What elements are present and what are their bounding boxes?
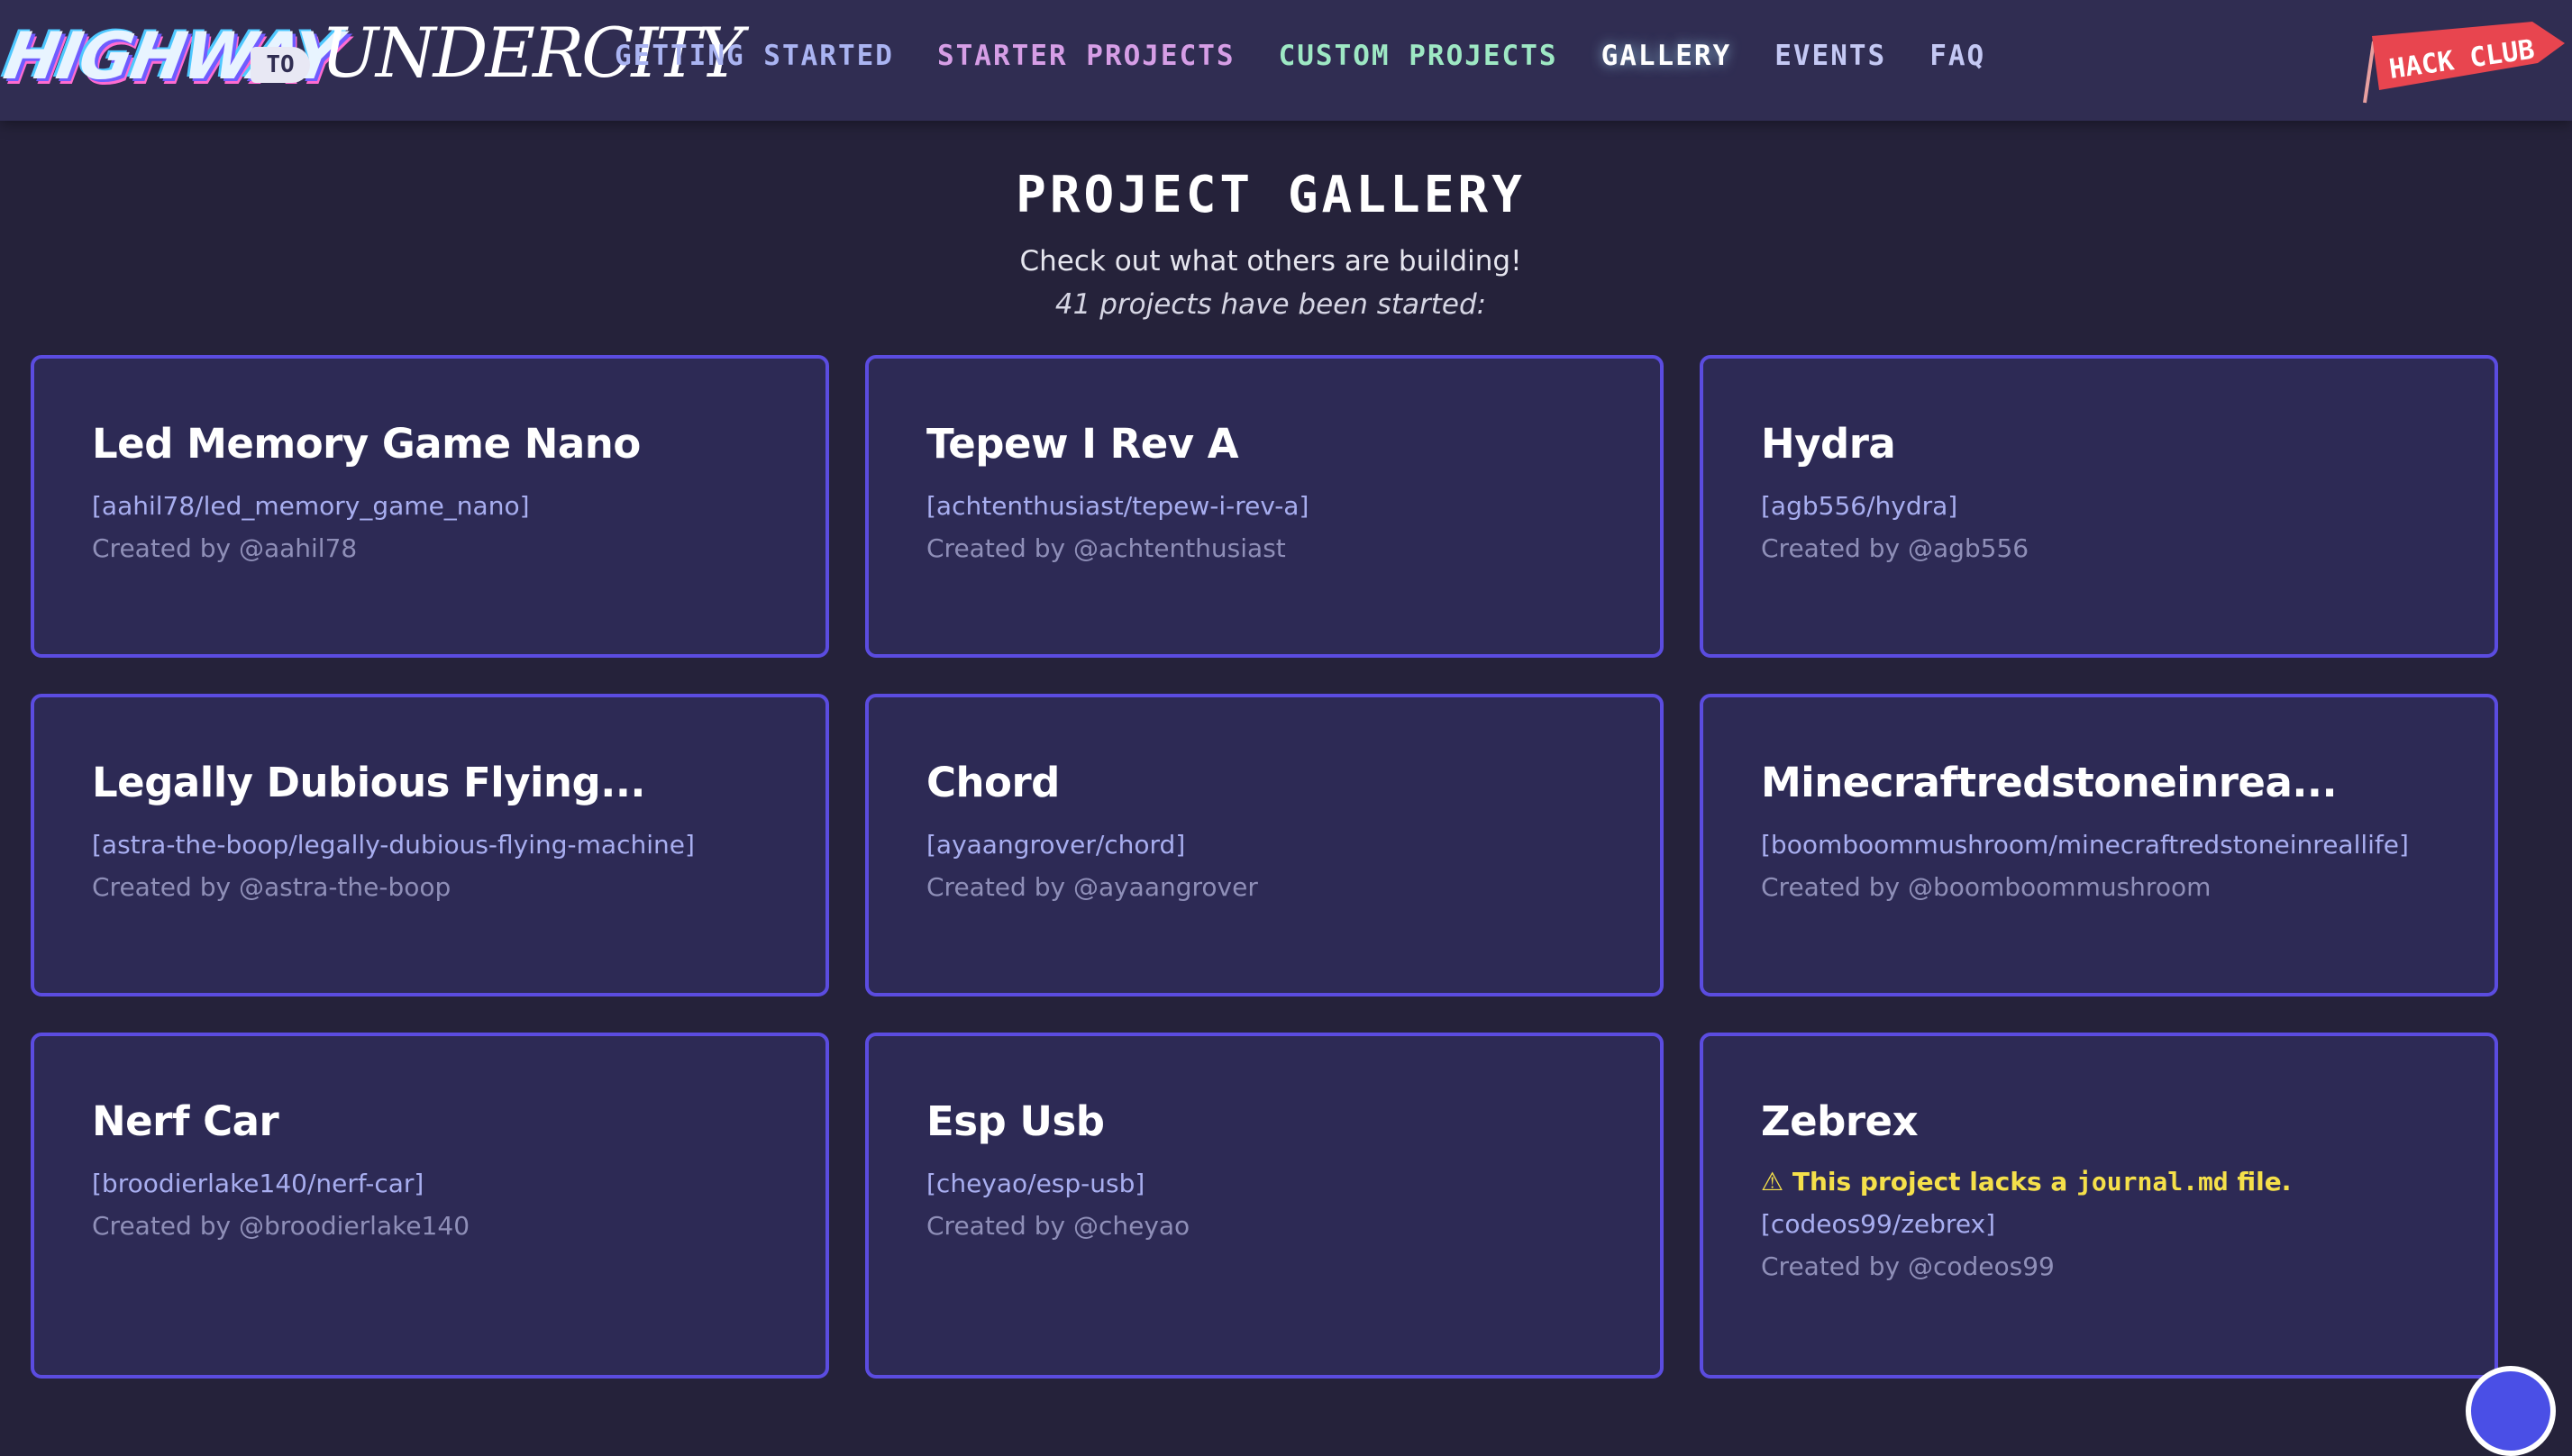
project-title: Led Memory Game Nano xyxy=(92,420,641,468)
project-creator: Created by @astra-the-boop xyxy=(92,872,451,902)
project-repo-link[interactable]: [codeos99/zebrex] xyxy=(1761,1209,2437,1239)
project-card[interactable]: Tepew I Rev A [achtenthusiast/tepew-i-re… xyxy=(865,355,1664,658)
project-creator: Created by @boomboommushroom xyxy=(1761,872,2212,902)
project-repo-link[interactable]: [astra-the-boop/legally-dubious-flying-m… xyxy=(92,830,768,860)
nav-getting-started[interactable]: GETTING STARTED xyxy=(615,40,894,72)
nav-events[interactable]: EVENTS xyxy=(1774,40,1886,72)
warning-text-suffix: file. xyxy=(2228,1167,2292,1197)
project-title: Chord xyxy=(926,759,1060,806)
project-repo-link[interactable]: [cheyao/esp-usb] xyxy=(926,1169,1602,1198)
project-creator: Created by @ayaangrover xyxy=(926,872,1258,902)
site-logo[interactable]: HIGHWAY TO UNDERCITY xyxy=(0,9,743,110)
page-title: PROJECT GALLERY xyxy=(1016,166,1526,224)
project-repo-link[interactable]: [aahil78/led_memory_game_nano] xyxy=(92,491,768,521)
project-card[interactable]: Zebrex ⚠ This project lacks a journal.md… xyxy=(1700,1033,2498,1379)
project-title: Nerf Car xyxy=(92,1097,279,1145)
project-card[interactable]: Led Memory Game Nano [aahil78/led_memory… xyxy=(31,355,829,658)
missing-journal-warning: ⚠ This project lacks a journal.md file. xyxy=(1761,1167,2437,1197)
project-repo-link[interactable]: [achtenthusiast/tepew-i-rev-a] xyxy=(926,491,1602,521)
project-creator: Created by @cheyao xyxy=(926,1211,1190,1241)
top-nav: HIGHWAY TO UNDERCITY GETTING STARTED STA… xyxy=(0,0,2572,121)
project-repo-link[interactable]: [agb556/hydra] xyxy=(1761,491,2437,521)
project-repo-link[interactable]: [broodierlake140/nerf-car] xyxy=(92,1169,768,1198)
hack-club-flag-icon[interactable]: HACK CLUB xyxy=(2352,16,2568,106)
project-repo-link[interactable]: [ayaangrover/chord] xyxy=(926,830,1602,860)
page-subtitle: Check out what others are building! xyxy=(1019,245,1522,278)
project-card[interactable]: Legally Dubious Flying... [astra-the-boo… xyxy=(31,694,829,996)
nav-custom-projects[interactable]: CUSTOM PROJECTS xyxy=(1279,40,1558,72)
logo-to-badge: TO xyxy=(251,47,310,83)
nav-faq[interactable]: FAQ xyxy=(1929,40,1985,72)
project-card[interactable]: Esp Usb [cheyao/esp-usb] Created by @che… xyxy=(865,1033,1664,1379)
project-creator: Created by @broodierlake140 xyxy=(92,1211,470,1241)
project-title: Tepew I Rev A xyxy=(926,420,1239,468)
project-title: Hydra xyxy=(1761,420,1896,468)
project-card[interactable]: Chord [ayaangrover/chord] Created by @ay… xyxy=(865,694,1664,996)
warning-text-prefix: ⚠ This project lacks a xyxy=(1761,1167,2077,1197)
project-creator: Created by @aahil78 xyxy=(92,533,358,563)
project-count: 41 projects have been started: xyxy=(1054,288,1487,321)
project-card[interactable]: Minecraftredstoneinrea... [boomboommushr… xyxy=(1700,694,2498,996)
floating-action-button[interactable] xyxy=(2466,1366,2556,1456)
nav-links: GETTING STARTED STARTER PROJECTS CUSTOM … xyxy=(615,0,2029,112)
journal-filename: journal.md xyxy=(2076,1167,2229,1197)
project-creator: Created by @agb556 xyxy=(1761,533,2029,563)
project-title: Minecraftredstoneinrea... xyxy=(1761,759,2338,806)
project-title: Zebrex xyxy=(1761,1097,1919,1145)
nav-starter-projects[interactable]: STARTER PROJECTS xyxy=(937,40,1236,72)
project-card[interactable]: Hydra [agb556/hydra] Created by @agb556 xyxy=(1700,355,2498,658)
nav-gallery[interactable]: GALLERY xyxy=(1601,40,1732,72)
project-title: Legally Dubious Flying... xyxy=(92,759,646,806)
project-creator: Created by @codeos99 xyxy=(1761,1251,2055,1281)
project-title: Esp Usb xyxy=(926,1097,1105,1145)
project-card[interactable]: Nerf Car [broodierlake140/nerf-car] Crea… xyxy=(31,1033,829,1379)
project-creator: Created by @achtenthusiast xyxy=(926,533,1286,563)
project-repo-link[interactable]: [boomboommushroom/minecraftredstoneinrea… xyxy=(1761,830,2437,860)
